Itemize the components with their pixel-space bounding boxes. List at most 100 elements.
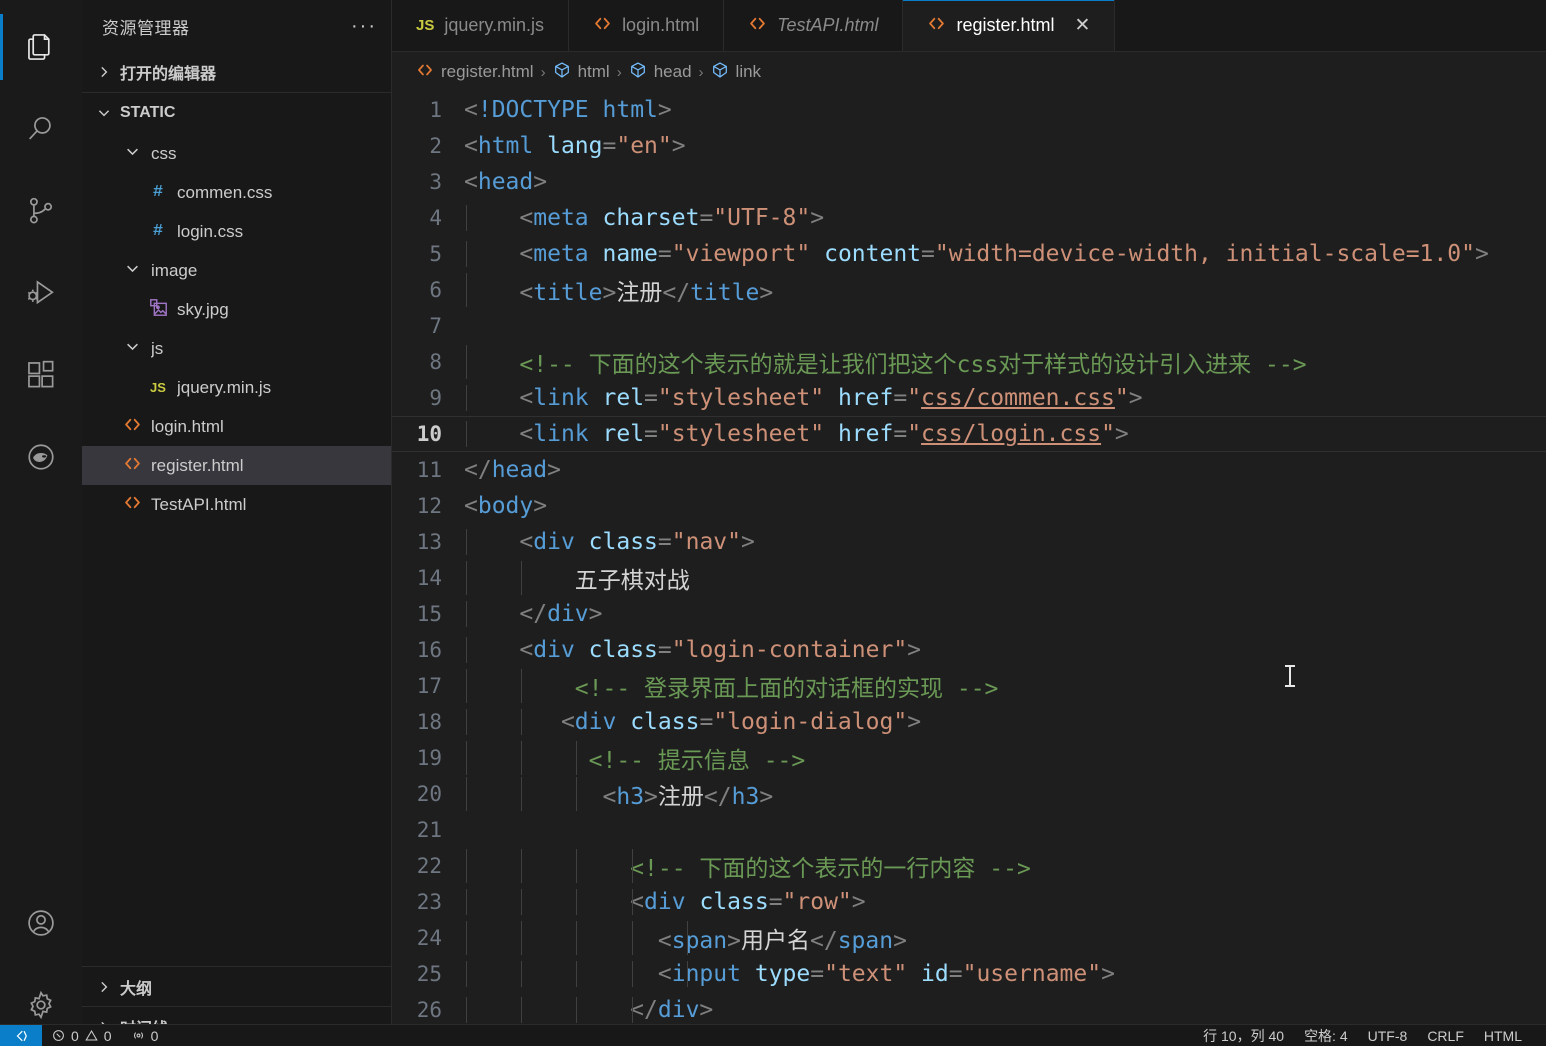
code-line[interactable]: 5 <meta name="viewport" content="width=d…	[392, 236, 1546, 272]
code-line[interactable]: 22 <!-- 下面的这个表示的一行内容 -->	[392, 848, 1546, 884]
code-line[interactable]: 4 <meta charset="UTF-8">	[392, 200, 1546, 236]
tree-item-commen-css[interactable]: # commen.css	[82, 173, 391, 212]
code-token: =	[768, 889, 783, 915]
editor-tab-login-html[interactable]: login.html	[569, 0, 725, 51]
code-token: >	[759, 784, 774, 810]
code-line[interactable]: 25 <input type="text" id="username">	[392, 956, 1546, 992]
indent-guide	[466, 273, 467, 307]
chevron-down-icon	[124, 143, 141, 165]
activity-item-explorer[interactable]	[0, 6, 82, 88]
code-line-text: 五子棋对战	[464, 561, 1546, 595]
breadcrumb-separator: ›	[616, 63, 622, 81]
code-line[interactable]: 9 <link rel="stylesheet" href="css/comme…	[392, 380, 1546, 416]
code-line[interactable]: 14 五子棋对战	[392, 560, 1546, 596]
code-line[interactable]: 23 <div class="row">	[392, 884, 1546, 920]
tree-item-image[interactable]: image	[82, 251, 391, 290]
indent-guide	[521, 709, 523, 735]
code-line[interactable]: 7	[392, 308, 1546, 344]
tree-item-login-css[interactable]: # login.css	[82, 212, 391, 251]
code-line[interactable]: 15 </div>	[392, 596, 1546, 632]
code-token: =	[699, 709, 714, 735]
code-line[interactable]: 3 <head>	[392, 164, 1546, 200]
tree-item-register-html[interactable]: register.html	[82, 446, 391, 485]
code-line-text: <h3>注册</h3>	[464, 777, 1546, 811]
code-token: 用户名	[740, 928, 810, 954]
activity-item-extensions[interactable]	[0, 334, 82, 416]
code-token: <	[519, 280, 534, 306]
activity-item-source-control[interactable]	[0, 170, 82, 252]
sidebar-more-actions-button[interactable]: ···	[351, 16, 377, 36]
editor-tab-label: TestAPI.html	[777, 15, 879, 35]
status-indentation[interactable]: 空格: 4	[1294, 1026, 1358, 1046]
activity-item-accounts[interactable]	[0, 882, 82, 964]
status-language-mode[interactable]: HTML	[1474, 1028, 1532, 1044]
tree-item-login-html[interactable]: login.html	[82, 407, 391, 446]
code-token: html	[477, 133, 534, 159]
code-line[interactable]: 6 <title>注册</title>	[392, 272, 1546, 308]
tab-close-icon[interactable]: ✕	[1075, 16, 1091, 35]
code-token: class	[630, 709, 700, 735]
breadcrumb-item-link[interactable]: link	[711, 61, 761, 84]
code-token: name	[602, 241, 658, 267]
code-editor[interactable]: 1 <!DOCTYPE html> 2 <html lang="en"> 3 <head>…	[392, 92, 1546, 1046]
code-line-text: <!-- 下面的这个表示的一行内容 -->	[464, 849, 1546, 883]
breadcrumb-item-head[interactable]: head	[629, 61, 692, 84]
sidebar-section-workspace[interactable]: STATIC	[82, 92, 391, 132]
code-token: =	[810, 961, 825, 987]
activity-item-remote-explorer[interactable]	[0, 416, 82, 498]
code-token: !DOCTYPE	[477, 97, 589, 123]
tree-item-js[interactable]: js	[82, 329, 391, 368]
status-problems[interactable]: 0 0	[42, 1028, 122, 1044]
code-token: "stylesheet"	[657, 421, 825, 447]
tree-item-jquery-min-js[interactable]: JS jquery.min.js	[82, 368, 391, 407]
indent-guide	[466, 921, 467, 955]
tree-item-testapi-html[interactable]: TestAPI.html	[82, 485, 391, 524]
code-line[interactable]: 18 <div class="login-dialog">	[392, 704, 1546, 740]
code-line[interactable]: 1 <!DOCTYPE html>	[392, 92, 1546, 128]
code-line-text: <div class="nav">	[464, 529, 1546, 555]
breadcrumb-item-html[interactable]: html	[553, 61, 610, 84]
code-token: </	[662, 280, 691, 306]
breadcrumb-item-register-html[interactable]: register.html	[416, 61, 534, 84]
sidebar-section-outline[interactable]: 大纲	[82, 966, 391, 1006]
code-line[interactable]: 17 <!-- 登录界面上面的对话框的实现 -->	[392, 668, 1546, 704]
code-line[interactable]: 8 <!-- 下面的这个表示的就是让我们把这个css对于样式的设计引入进来 --…	[392, 344, 1546, 380]
status-cursor-position[interactable]: 行 10，列 40	[1193, 1026, 1294, 1046]
code-line[interactable]: 10 <link rel="stylesheet" href="css/logi…	[392, 416, 1546, 452]
code-line[interactable]: 12 <body>	[392, 488, 1546, 524]
editor-tab-register-html[interactable]: register.html ✕	[903, 0, 1116, 51]
symbol-field-icon	[629, 61, 647, 84]
code-line[interactable]: 11 </head>	[392, 452, 1546, 488]
activity-item-search[interactable]	[0, 88, 82, 170]
remote-indicator-button[interactable]	[0, 1024, 42, 1046]
search-icon	[24, 112, 58, 146]
code-token: div	[533, 637, 575, 663]
indent-guide	[521, 669, 523, 703]
code-line[interactable]: 24 <span>用户名</span>	[392, 920, 1546, 956]
code-line[interactable]: 13 <div class="nav">	[392, 524, 1546, 560]
warning-icon	[85, 1029, 98, 1041]
code-line[interactable]: 26 </div>	[392, 992, 1546, 1028]
code-line[interactable]: 2 <html lang="en">	[392, 128, 1546, 164]
tree-item-sky-jpg[interactable]: sky.jpg	[82, 290, 391, 329]
code-line[interactable]: 16 <div class="login-container">	[392, 632, 1546, 668]
code-token: >	[657, 97, 672, 123]
tree-item-css[interactable]: css	[82, 134, 391, 173]
code-token: <	[519, 241, 534, 267]
status-ports[interactable]: 0	[122, 1028, 169, 1044]
indent-guide	[466, 601, 467, 627]
editor-tab-jquery-min-js[interactable]: JS jquery.min.js	[392, 0, 570, 51]
breadcrumb: register.html › html › head › link	[392, 52, 1546, 92]
line-number: 10	[416, 422, 442, 446]
status-encoding[interactable]: UTF-8	[1358, 1028, 1418, 1044]
code-line[interactable]: 21	[392, 812, 1546, 848]
sidebar-section-open-editors[interactable]: 打开的编辑器	[82, 52, 391, 92]
activity-item-run-debug[interactable]	[0, 252, 82, 334]
editor-tab-testapi-html[interactable]: TestAPI.html	[724, 0, 904, 51]
code-token: >	[1128, 385, 1143, 411]
code-line[interactable]: 20 <h3>注册</h3>	[392, 776, 1546, 812]
status-eol[interactable]: CRLF	[1417, 1028, 1474, 1044]
code-line[interactable]: 19 <!-- 提示信息 -->	[392, 740, 1546, 776]
